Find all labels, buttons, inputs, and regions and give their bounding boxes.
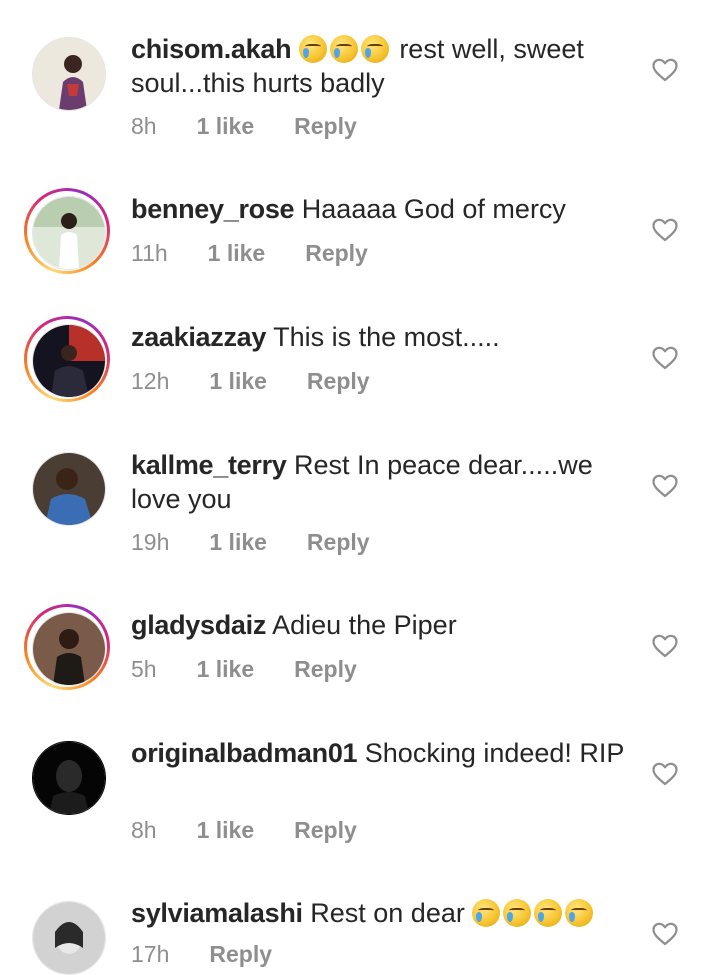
avatar-image xyxy=(33,38,105,110)
comment-username[interactable]: zaakiazzay xyxy=(131,322,266,352)
heart-outline-icon[interactable] xyxy=(652,218,678,242)
comment-username[interactable]: gladysdaiz xyxy=(131,610,266,640)
comment-body: Rest on dear xyxy=(310,898,465,928)
avatar-image xyxy=(33,197,105,269)
crying-face-emoji xyxy=(360,35,389,63)
comment-text: originalbadman01 Shocking indeed! RIP xyxy=(131,736,631,770)
avatar-image xyxy=(33,325,105,397)
reply-button[interactable]: Reply xyxy=(307,368,370,395)
comment-time: 11h xyxy=(131,240,168,266)
avatar[interactable] xyxy=(24,604,110,690)
comment-body: This is the most..... xyxy=(273,322,500,352)
avatar-image xyxy=(33,453,105,525)
comment-meta: 19h 1 like Reply xyxy=(131,529,370,556)
crying-face-emoji xyxy=(298,35,327,63)
avatar-image xyxy=(33,742,105,814)
crying-face-emoji xyxy=(565,899,594,927)
avatar[interactable] xyxy=(32,901,106,975)
comment-time: 12h xyxy=(131,368,170,394)
avatar[interactable] xyxy=(32,741,106,815)
comment-text: kallme_terry Rest In peace dear.....we l… xyxy=(131,448,631,516)
heart-outline-icon[interactable] xyxy=(652,922,678,946)
reply-button[interactable]: Reply xyxy=(307,529,370,556)
heart-outline-icon[interactable] xyxy=(652,634,678,658)
comment-meta: 17h Reply xyxy=(131,941,272,968)
reply-button[interactable]: Reply xyxy=(294,113,357,140)
comment-time: 17h xyxy=(131,941,170,967)
avatar-image xyxy=(33,902,105,974)
comment-body: Shocking indeed! RIP xyxy=(364,738,625,768)
comment-time: 5h xyxy=(131,656,157,682)
crying-face-emoji xyxy=(534,899,563,927)
comment-meta: 8h 1 like Reply xyxy=(131,113,357,140)
avatar[interactable] xyxy=(24,188,110,274)
comment-likes[interactable]: 1 like xyxy=(197,113,255,140)
comment-likes[interactable]: 1 like xyxy=(197,656,255,683)
comment-text: gladysdaiz Adieu the Piper xyxy=(131,608,631,642)
comment-text: zaakiazzay This is the most..... xyxy=(131,320,631,354)
comment-username[interactable]: chisom.akah xyxy=(131,34,292,64)
comment-username[interactable]: benney_rose xyxy=(131,194,295,224)
reply-button[interactable]: Reply xyxy=(294,817,357,844)
crying-face-emoji xyxy=(472,899,501,927)
comment-likes[interactable]: 1 like xyxy=(209,368,267,395)
avatar[interactable] xyxy=(32,452,106,526)
comment-body: Haaaaa God of mercy xyxy=(301,194,566,224)
comment-text: benney_rose Haaaaa God of mercy xyxy=(131,192,631,226)
comment-time: 19h xyxy=(131,529,170,555)
crying-face-emoji xyxy=(329,35,358,63)
reply-button[interactable]: Reply xyxy=(305,240,368,267)
comment-username[interactable]: kallme_terry xyxy=(131,450,287,480)
comment-meta: 5h 1 like Reply xyxy=(131,656,357,683)
comment-meta: 12h 1 like Reply xyxy=(131,368,370,395)
comment-time: 8h xyxy=(131,113,157,139)
comment-text: sylviamalashi Rest on dear xyxy=(131,896,631,930)
avatar[interactable] xyxy=(24,316,110,402)
comment-meta: 8h 1 like Reply xyxy=(131,817,357,844)
avatar[interactable] xyxy=(32,37,106,111)
comment-time: 8h xyxy=(131,817,157,843)
avatar-image xyxy=(33,613,105,685)
comment-likes[interactable]: 1 like xyxy=(209,529,267,556)
reply-button[interactable]: Reply xyxy=(294,656,357,683)
reply-button[interactable]: Reply xyxy=(209,941,272,968)
comment-likes[interactable]: 1 like xyxy=(208,240,266,267)
heart-outline-icon[interactable] xyxy=(652,762,678,786)
comment-likes[interactable]: 1 like xyxy=(197,817,255,844)
heart-outline-icon[interactable] xyxy=(652,474,678,498)
heart-outline-icon[interactable] xyxy=(652,346,678,370)
comment-username[interactable]: originalbadman01 xyxy=(131,738,358,768)
crying-face-emoji xyxy=(503,899,532,927)
comment-username[interactable]: sylviamalashi xyxy=(131,898,303,928)
comment-meta: 11h 1 like Reply xyxy=(131,240,368,267)
comment-text: chisom.akah rest well, sweet soul...this… xyxy=(131,32,631,100)
heart-outline-icon[interactable] xyxy=(652,58,678,82)
comment-body: Adieu the Piper xyxy=(272,610,457,640)
